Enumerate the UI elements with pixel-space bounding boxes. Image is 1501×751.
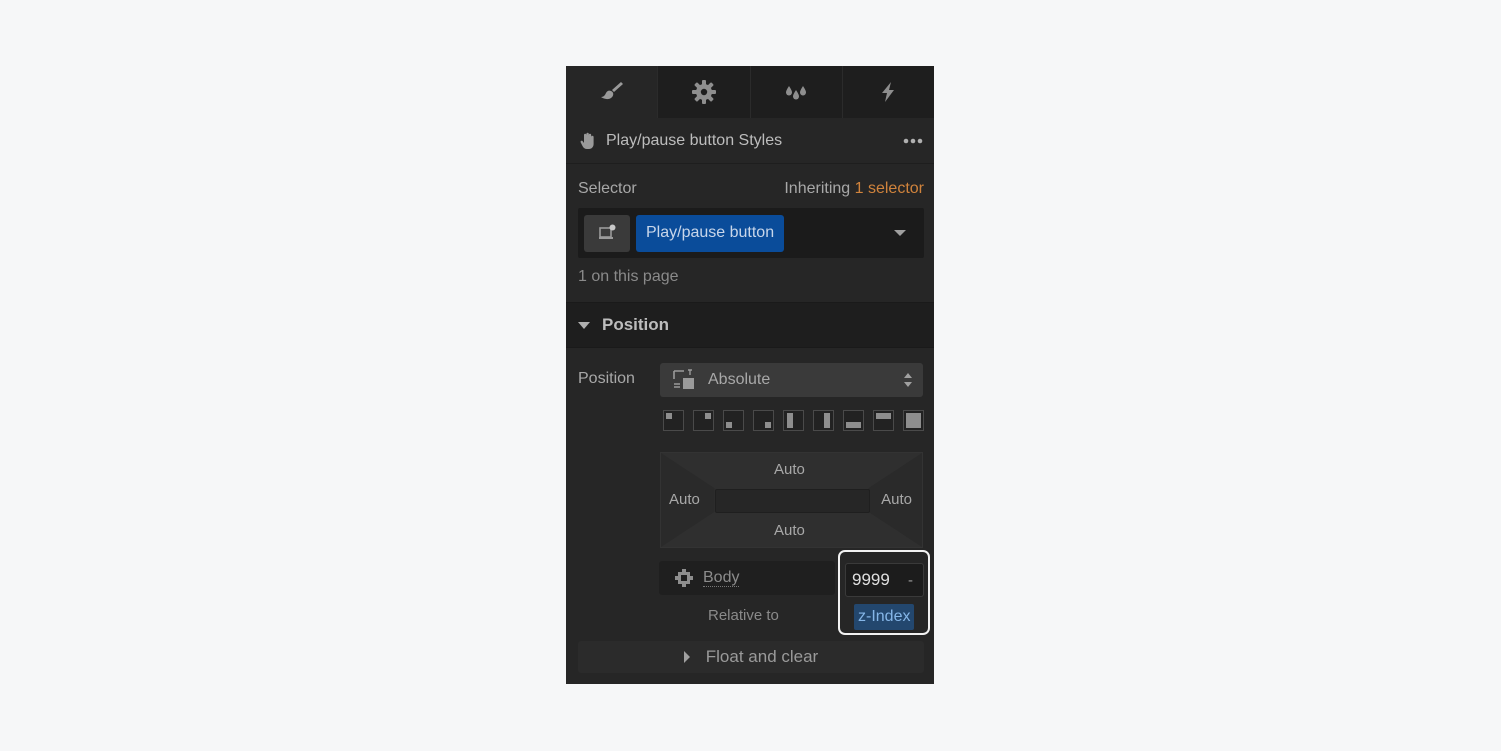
position-section-header[interactable]: Position — [566, 302, 934, 348]
collapse-triangle-icon — [578, 321, 590, 329]
drops-icon — [786, 86, 807, 100]
tab-interactions[interactable] — [841, 66, 934, 118]
offset-right[interactable]: Auto — [881, 491, 912, 508]
preset-right[interactable] — [813, 410, 834, 431]
position-field-label: Position — [578, 370, 635, 387]
absolute-position-icon — [673, 369, 694, 389]
updown-chevron-icon — [904, 373, 912, 387]
tab-settings[interactable] — [657, 66, 750, 118]
z-index-input[interactable]: 9999 - — [845, 563, 924, 597]
float-and-clear-title: Float and clear — [705, 647, 819, 666]
hand-pointer-icon — [580, 132, 594, 149]
relative-to-field[interactable]: Body — [659, 561, 835, 595]
lightning-icon — [882, 82, 895, 102]
position-presets — [663, 410, 924, 431]
more-dots-icon[interactable] — [902, 136, 924, 146]
selector-section: Selector Inheriting 1 selector Play/paus… — [566, 164, 934, 302]
float-and-clear-section-header[interactable]: Float and clear — [578, 641, 924, 673]
offset-left[interactable]: Auto — [669, 491, 700, 508]
preset-left[interactable] — [783, 410, 804, 431]
offset-top[interactable]: Auto — [774, 461, 805, 478]
selector-state-button[interactable] — [584, 214, 630, 252]
style-panel: Play/pause button Styles Selector Inheri… — [566, 66, 934, 684]
preset-bottom-right[interactable] — [753, 410, 774, 431]
preset-top-left[interactable] — [663, 410, 684, 431]
relative-parent-icon — [675, 569, 693, 587]
offset-bottom[interactable]: Auto — [774, 522, 805, 539]
position-select[interactable]: Absolute — [660, 363, 923, 397]
paintbrush-icon — [600, 82, 623, 100]
relative-to-value: Body — [703, 569, 740, 587]
tab-style[interactable] — [566, 66, 658, 118]
inheriting-count-link[interactable]: 1 selector — [855, 180, 924, 197]
offset-box: Auto Auto Auto Auto — [660, 452, 923, 548]
preset-top[interactable] — [873, 410, 894, 431]
panel-tabs — [566, 66, 934, 118]
preset-bottom[interactable] — [843, 410, 864, 431]
inheriting-info: Inheriting 1 selector — [784, 180, 924, 198]
offset-inner-box — [715, 489, 870, 513]
class-pill[interactable]: Play/pause button — [636, 214, 785, 252]
position-value: Absolute — [708, 371, 771, 388]
gear-icon — [691, 80, 716, 104]
position-section-title: Position — [602, 315, 670, 334]
element-state-icon — [599, 224, 616, 239]
z-index-label: z-Index — [854, 604, 915, 630]
styles-header: Play/pause button Styles — [566, 118, 934, 164]
inheriting-prefix: Inheriting — [784, 180, 851, 197]
preset-full[interactable] — [903, 410, 924, 431]
preset-bottom-left[interactable] — [723, 410, 744, 431]
selector-field[interactable]: Play/pause button — [578, 208, 924, 258]
tab-style-manager[interactable] — [749, 66, 842, 118]
selector-label: Selector — [578, 180, 637, 197]
preset-top-right[interactable] — [693, 410, 714, 431]
z-index-unit[interactable]: - — [908, 572, 913, 589]
usage-count: 1 on this page — [578, 268, 679, 285]
expand-triangle-icon — [683, 651, 690, 663]
styles-title: Play/pause button Styles — [606, 131, 783, 149]
selector-dropdown-icon[interactable] — [894, 230, 906, 236]
relative-to-caption: Relative to — [708, 607, 779, 624]
z-index-value: 9999 — [852, 570, 890, 589]
